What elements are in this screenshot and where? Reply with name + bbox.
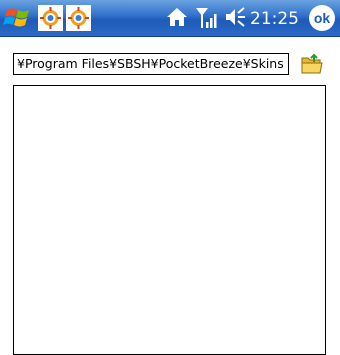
clock[interactable]: 21:25	[250, 8, 299, 30]
path-input[interactable]: ¥Program Files¥SBSH¥PocketBreeze¥Skins	[13, 53, 289, 75]
gear-app-icon[interactable]	[66, 5, 91, 31]
speaker-icon[interactable]	[224, 6, 246, 28]
home-icon[interactable]	[166, 6, 188, 28]
gear-app-icon[interactable]	[38, 5, 63, 31]
windows-flag-icon[interactable]	[3, 4, 33, 32]
ok-button[interactable]: ok	[309, 5, 335, 31]
signal-strength-icon[interactable]	[195, 6, 217, 30]
status-bar: 21:25 ok	[0, 0, 340, 37]
folder-icon[interactable]	[300, 53, 324, 75]
file-list[interactable]	[13, 85, 326, 355]
